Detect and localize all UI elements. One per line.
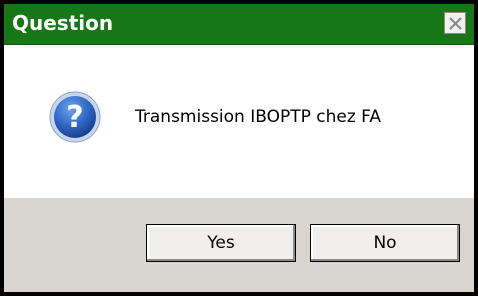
window-title: Question xyxy=(12,11,114,35)
close-icon xyxy=(449,17,462,30)
dialog-content: ? Transmission IBOPTP chez FA xyxy=(4,45,474,195)
message-text: Transmission IBOPTP chez FA xyxy=(135,107,382,127)
yes-button[interactable]: Yes xyxy=(146,224,296,262)
no-button[interactable]: No xyxy=(310,224,460,262)
close-button[interactable] xyxy=(444,12,466,34)
title-bar[interactable]: Question xyxy=(4,4,474,45)
button-bar: Yes No xyxy=(4,198,474,292)
question-icon: ? xyxy=(49,91,101,143)
svg-text:?: ? xyxy=(66,100,83,135)
